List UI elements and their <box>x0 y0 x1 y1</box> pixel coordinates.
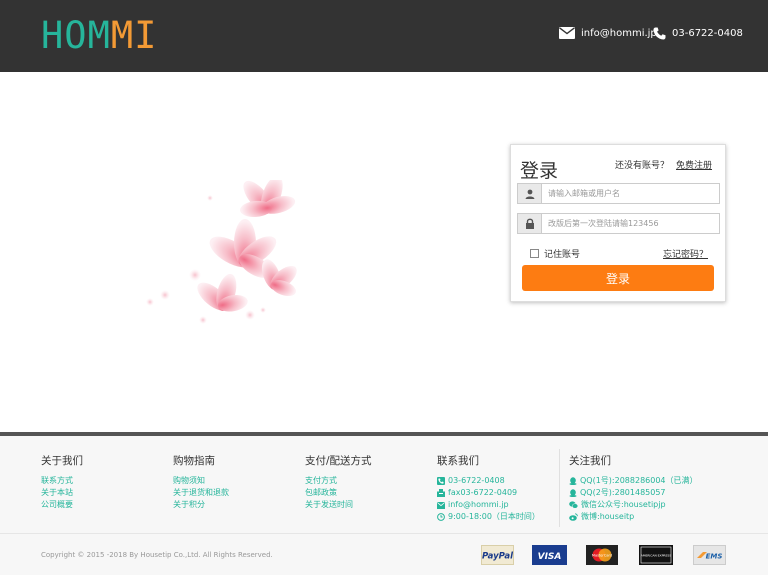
qq-icon <box>569 477 577 485</box>
footer-contact-text: fax03-6722-0409 <box>448 488 518 497</box>
remember-account[interactable]: 记住账号 <box>530 247 580 260</box>
phone-icon <box>653 27 666 39</box>
footer-link[interactable]: 关于退货和退款 <box>173 487 229 499</box>
footer-qq1[interactable]: QQ(1号):2088286004（已满） <box>569 475 698 487</box>
header-email[interactable]: info@hommi.jp <box>559 25 657 41</box>
footer-follow-text: 微信公众号:housetipjp <box>581 500 666 509</box>
copyright-text: Copyright © 2015 -2018 By Housetip Co.,L… <box>41 551 273 559</box>
paypal-logo: PayPal <box>481 545 514 565</box>
footer-follow-text: QQ(2号):2801485057 <box>580 488 666 497</box>
footer-divider <box>559 449 560 527</box>
footer-wechat[interactable]: 微信公众号:housetipjp <box>569 499 698 511</box>
footer-link[interactable]: 支付方式 <box>305 475 372 487</box>
ems-logo: EMS <box>693 545 726 565</box>
footer-contact-fax[interactable]: fax03-6722-0409 <box>437 487 540 499</box>
password-field <box>517 213 720 234</box>
paypal-text: PayPal <box>482 552 514 562</box>
weibo-icon <box>569 513 578 521</box>
login-button[interactable]: 登录 <box>522 265 714 291</box>
footer-link[interactable]: 关于积分 <box>173 499 229 511</box>
footer-link[interactable]: 关于发送时间 <box>305 499 372 511</box>
footer-link[interactable]: 关于本站 <box>41 487 83 499</box>
envelope-icon <box>559 27 575 39</box>
footer-contact-hours: 9:00-18:00（日本时间） <box>437 511 540 523</box>
site-header: HOMMI info@hommi.jp 03-6722-0408 <box>0 0 768 72</box>
remember-label: 记住账号 <box>544 250 581 260</box>
register-link[interactable]: 免费注册 <box>676 158 712 171</box>
site-logo[interactable]: HOMMI <box>41 14 157 58</box>
logo-letter: M <box>87 14 111 57</box>
mastercard-logo: MasterCard <box>586 545 618 565</box>
footer-contact-text: 03-6722-0408 <box>448 476 505 485</box>
fax-icon <box>437 489 445 497</box>
footer-link[interactable]: 公司概要 <box>41 499 83 511</box>
footer-follow-text: 微博:houseitp <box>581 512 635 521</box>
login-panel: 登录 还没有账号？ 免费注册 记住账号 忘记密码？ 登录 <box>510 144 726 302</box>
amex-logo: AMERICAN EXPRESS <box>639 545 673 565</box>
footer-weibo[interactable]: 微博:houseitp <box>569 511 698 523</box>
footer-column-title: 联系我们 <box>437 455 479 467</box>
header-phone[interactable]: 03-6722-0408 <box>653 25 743 41</box>
qq-icon <box>569 489 577 497</box>
username-field <box>517 183 720 204</box>
forgot-password-link[interactable]: 忘记密码？ <box>663 247 708 260</box>
footer-qq2[interactable]: QQ(2号):2801485057 <box>569 487 698 499</box>
header-phone-text: 03-6722-0408 <box>672 27 743 39</box>
footer-column-payment: 支付/配送方式 支付方式 包邮政策 关于发送时间 <box>305 453 372 511</box>
logo-letter: O <box>64 14 88 57</box>
footer-column-contact: 联系我们 03-6722-0408 fax03-6722-0409 info@h… <box>437 453 540 523</box>
password-input[interactable] <box>542 214 718 233</box>
footer-link[interactable]: 包邮政策 <box>305 487 372 499</box>
logo-letter: I <box>134 14 158 57</box>
footer-contact-text: info@hommi.jp <box>448 500 509 509</box>
visa-text: VISA <box>538 552 562 562</box>
footer-column-title: 关注我们 <box>569 455 611 467</box>
username-input[interactable] <box>542 184 718 203</box>
footer-column-shopping: 购物指南 购物须知 关于退货和退款 关于积分 <box>173 453 229 511</box>
footer-column-title: 购物指南 <box>173 455 215 467</box>
envelope-icon <box>437 501 445 509</box>
footer-contact-email[interactable]: info@hommi.jp <box>437 499 540 511</box>
clock-icon <box>437 513 445 521</box>
footer-link[interactable]: 购物须知 <box>173 475 229 487</box>
footer-column-follow: 关注我们 QQ(1号):2088286004（已满） QQ(2号):280148… <box>569 453 698 523</box>
site-footer: 关于我们 联系方式 关于本站 公司概要 购物指南 购物须知 关于退货和退款 关于… <box>0 432 768 575</box>
footer-column-title: 关于我们 <box>41 455 83 467</box>
remember-checkbox[interactable] <box>530 249 539 258</box>
logo-letter: M <box>110 14 135 57</box>
footer-column-about: 关于我们 联系方式 关于本站 公司概要 <box>41 453 83 511</box>
wechat-icon <box>569 501 578 509</box>
lock-icon <box>518 214 542 233</box>
no-account-text: 还没有账号？ <box>615 161 670 171</box>
footer-column-title: 支付/配送方式 <box>305 455 372 467</box>
footer-contact-phone[interactable]: 03-6722-0408 <box>437 475 540 487</box>
ems-text: EMS <box>706 553 723 561</box>
logo-letter: H <box>41 14 65 57</box>
amex-text: AMERICAN EXPRESS <box>641 554 671 558</box>
mastercard-text: MasterCard <box>592 554 612 558</box>
user-icon <box>518 184 542 203</box>
flower-decoration-image <box>146 180 297 324</box>
header-email-text: info@hommi.jp <box>581 27 657 39</box>
visa-logo: VISA <box>532 545 567 565</box>
footer-contact-text: 9:00-18:00（日本时间） <box>448 512 540 521</box>
footer-link[interactable]: 联系方式 <box>41 475 83 487</box>
footer-separator <box>0 533 768 534</box>
login-title: 登录 <box>520 160 559 182</box>
footer-follow-text: QQ(1号):2088286004（已满） <box>580 476 698 485</box>
phone-icon <box>437 477 445 485</box>
